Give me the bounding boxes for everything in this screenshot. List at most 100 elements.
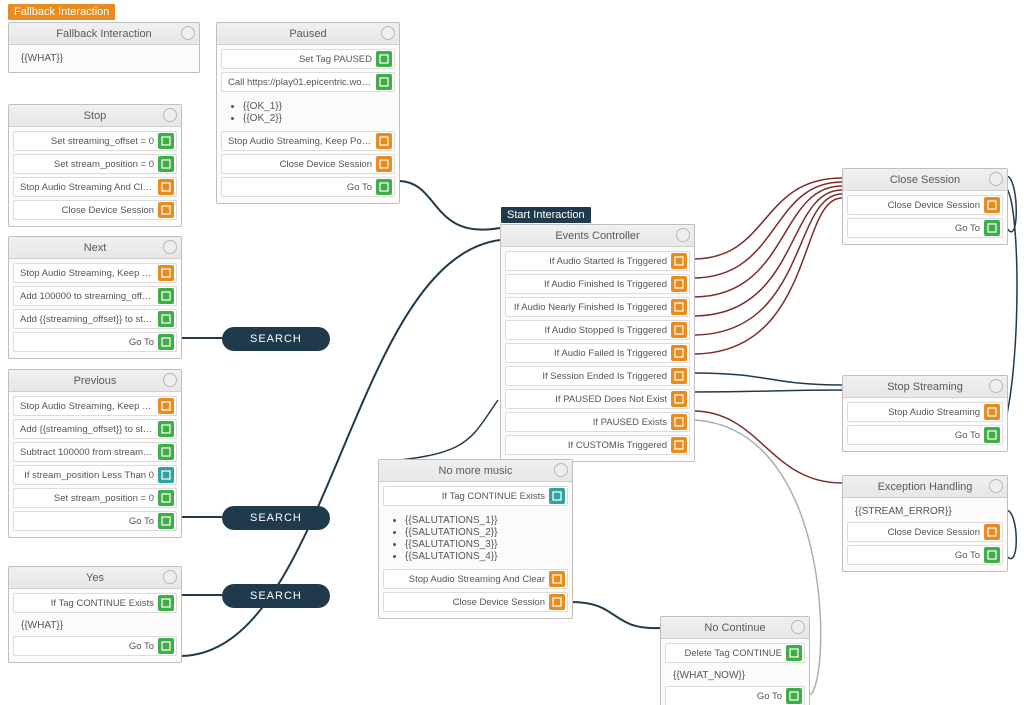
node-title[interactable]: Stop Streaming: [843, 376, 1007, 398]
action-row-exception-1[interactable]: Go To: [847, 545, 1003, 565]
action-row-events-4[interactable]: If Audio Failed Is Triggered: [505, 343, 690, 363]
action-row-events-5[interactable]: If Session Ended Is Triggered: [505, 366, 690, 386]
gear-icon[interactable]: [989, 479, 1003, 493]
action-row-nomore-1[interactable]: Stop Audio Streaming And Clear: [383, 569, 568, 589]
gear-icon[interactable]: [791, 620, 805, 634]
action-row-events-6[interactable]: If PAUSED Does Not Exist: [505, 389, 690, 409]
action-row-events-0[interactable]: If Audio Started Is Triggered: [505, 251, 690, 271]
node-body: Stop Audio Streaming, Keep Position Add 1…: [9, 259, 181, 358]
action-row-paused-4[interactable]: Go To: [221, 177, 395, 197]
action-row-nocontinue-0[interactable]: Delete Tag CONTINUE: [665, 643, 805, 663]
gear-icon[interactable]: [554, 463, 568, 477]
node-title-text: No more music: [439, 465, 513, 477]
node-closesession[interactable]: Close Session Close Device Session Go To: [842, 168, 1008, 245]
set-icon: [158, 490, 174, 506]
action-row-paused-1[interactable]: Call https://play01.epicentric.world/end…: [221, 72, 395, 92]
stop-icon: [549, 571, 565, 587]
node-title[interactable]: No more music: [379, 460, 572, 482]
action-row-nomore-2[interactable]: Close Device Session: [383, 592, 568, 612]
close-icon: [376, 156, 392, 172]
node-body: Delete Tag CONTINUE{{WHAT_NOW}}Go To: [661, 639, 809, 705]
node-title[interactable]: Close Session: [843, 169, 1007, 191]
node-stopstream[interactable]: Stop Streaming Stop Audio Streaming Go To: [842, 375, 1008, 452]
action-label: Close Device Session: [228, 159, 376, 170]
pill-search-2[interactable]: SEARCH: [222, 506, 330, 530]
tag-icon: [376, 51, 392, 67]
node-events[interactable]: Events Controller If Audio Started Is Tri…: [500, 224, 695, 462]
action-row-yes-1[interactable]: Go To: [13, 636, 177, 656]
action-row-previous-3[interactable]: If stream_position Less Than 0: [13, 465, 177, 485]
action-row-events-2[interactable]: If Audio Nearly Finished Is Triggered: [505, 297, 690, 317]
action-row-exception-0[interactable]: Close Device Session: [847, 522, 1003, 542]
action-row-events-7[interactable]: If PAUSED Exists: [505, 412, 690, 432]
node-title[interactable]: Events Controller: [501, 225, 694, 247]
action-row-stop-0[interactable]: Set streaming_offset = 0: [13, 131, 177, 151]
node-exception[interactable]: Exception Handling{{STREAM_ERROR}}Close …: [842, 475, 1008, 572]
action-row-previous-4[interactable]: Set stream_position = 0: [13, 488, 177, 508]
action-label: Close Device Session: [390, 597, 549, 608]
action-row-events-3[interactable]: If Audio Stopped Is Triggered: [505, 320, 690, 340]
close-icon: [984, 197, 1000, 213]
gear-icon[interactable]: [163, 570, 177, 584]
node-title[interactable]: No Continue: [661, 617, 809, 639]
node-paused[interactable]: Paused Set Tag PAUSED Call https://play01.…: [216, 22, 400, 204]
node-title[interactable]: Stop: [9, 105, 181, 127]
if-icon: [158, 467, 174, 483]
gear-icon[interactable]: [163, 373, 177, 387]
node-title[interactable]: Exception Handling: [843, 476, 1007, 498]
action-label: If stream_position Less Than 0: [20, 470, 158, 481]
action-row-previous-5[interactable]: Go To: [13, 511, 177, 531]
action-row-events-8[interactable]: If CUSTOMIs Triggered: [505, 435, 690, 455]
action-row-paused-2[interactable]: Stop Audio Streaming, Keep Position: [221, 131, 395, 151]
node-next[interactable]: Next Stop Audio Streaming, Keep Position A…: [8, 236, 182, 359]
action-row-previous-0[interactable]: Stop Audio Streaming, Keep Position: [13, 396, 177, 416]
action-row-nomore-0[interactable]: If Tag CONTINUE Exists: [383, 486, 568, 506]
gear-icon[interactable]: [181, 26, 195, 40]
action-row-next-0[interactable]: Stop Audio Streaming, Keep Position: [13, 263, 177, 283]
node-nocontinue[interactable]: No ContinueDelete Tag CONTINUE{{WHAT_NOW…: [660, 616, 810, 705]
action-row-previous-2[interactable]: Subtract 100000 from stream_position: [13, 442, 177, 462]
action-row-yes-0[interactable]: If Tag CONTINUE Exists: [13, 593, 177, 613]
action-row-stopstream-0[interactable]: Stop Audio Streaming: [847, 402, 1003, 422]
action-row-nocontinue-1[interactable]: Go To: [665, 686, 805, 705]
action-row-stop-3[interactable]: Close Device Session: [13, 200, 177, 220]
action-row-stopstream-1[interactable]: Go To: [847, 425, 1003, 445]
action-row-stop-1[interactable]: Set stream_position = 0: [13, 154, 177, 174]
pill-search-3[interactable]: SEARCH: [222, 584, 330, 608]
node-title[interactable]: Fallback Interaction: [9, 23, 199, 45]
gear-icon[interactable]: [163, 240, 177, 254]
gear-icon[interactable]: [381, 26, 395, 40]
action-label: If Session Ended Is Triggered: [512, 371, 671, 382]
action-row-closesession-0[interactable]: Close Device Session: [847, 195, 1003, 215]
action-row-next-3[interactable]: Go To: [13, 332, 177, 352]
pill-search-1[interactable]: SEARCH: [222, 327, 330, 351]
gear-icon[interactable]: [676, 228, 690, 242]
action-row-previous-1[interactable]: Add {{streaming_offset}} to stream_p...: [13, 419, 177, 439]
gear-icon[interactable]: [989, 172, 1003, 186]
node-fallback[interactable]: Fallback Interaction{{WHAT}}: [8, 22, 200, 73]
delete-icon: [786, 645, 802, 661]
flow-canvas[interactable]: Fallback Interaction Start Interaction S…: [0, 0, 1024, 705]
node-title[interactable]: Paused: [217, 23, 399, 45]
action-row-paused-3[interactable]: Close Device Session: [221, 154, 395, 174]
node-stop[interactable]: Stop Set streaming_offset = 0 Set stream_p…: [8, 104, 182, 227]
gear-icon[interactable]: [989, 379, 1003, 393]
node-previous[interactable]: Previous Stop Audio Streaming, Keep Posit…: [8, 369, 182, 538]
node-yes[interactable]: YesIf Tag CONTINUE Exists{{WHAT}}Go To: [8, 566, 182, 663]
action-label: Subtract 100000 from stream_position: [20, 447, 158, 458]
gear-icon[interactable]: [163, 108, 177, 122]
node-title[interactable]: Next: [9, 237, 181, 259]
action-row-events-1[interactable]: If Audio Finished Is Triggered: [505, 274, 690, 294]
action-label: Call https://play01.epicentric.world/end…: [228, 77, 376, 88]
node-title[interactable]: Yes: [9, 567, 181, 589]
goto-icon: [158, 334, 174, 350]
action-row-next-1[interactable]: Add 100000 to streaming_offset: [13, 286, 177, 306]
action-row-next-2[interactable]: Add {{streaming_offset}} to stream_p...: [13, 309, 177, 329]
action-label: If Audio Started Is Triggered: [512, 256, 671, 267]
node-title[interactable]: Previous: [9, 370, 181, 392]
action-row-stop-2[interactable]: Stop Audio Streaming And Clear: [13, 177, 177, 197]
action-row-paused-0[interactable]: Set Tag PAUSED: [221, 49, 395, 69]
action-row-closesession-1[interactable]: Go To: [847, 218, 1003, 238]
action-label: Stop Audio Streaming, Keep Position: [228, 136, 376, 147]
node-nomore[interactable]: No more musicIf Tag CONTINUE Exists{{SAL…: [378, 459, 573, 619]
